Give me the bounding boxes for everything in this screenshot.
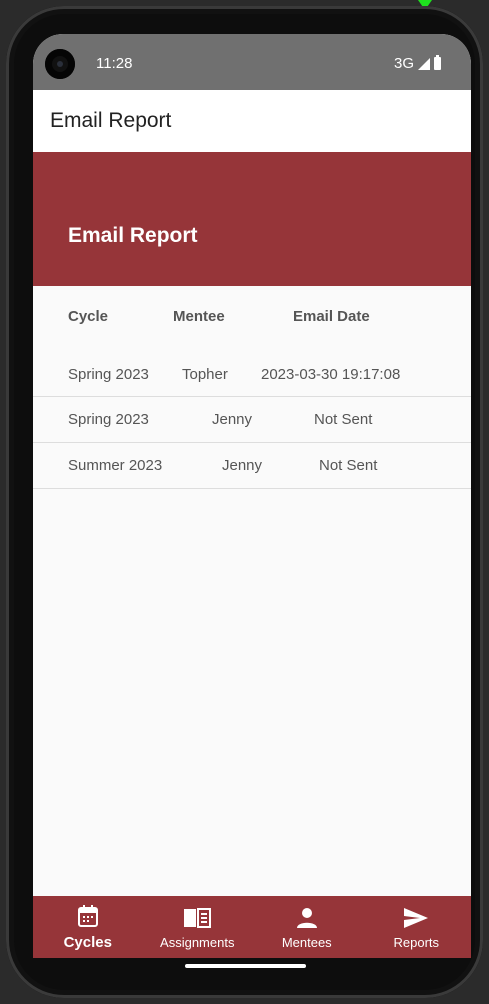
camera-icon [45, 49, 75, 79]
table-row[interactable]: Summer 2023 Jenny Not Sent [33, 443, 471, 489]
send-icon [404, 908, 429, 928]
cell-mentee: Jenny [222, 457, 263, 474]
column-header-mentee: Mentee [173, 308, 225, 325]
banner-title: Email Report [68, 224, 198, 247]
nav-item-assignments[interactable]: Assignments [143, 896, 253, 958]
nav-label: Mentees [281, 935, 332, 950]
status-bar: 11:28 3G [33, 34, 471, 90]
page-title: Email Report [50, 109, 172, 132]
cell-cycle: Spring 2023 [68, 366, 149, 383]
cell-cycle: Spring 2023 [68, 411, 149, 428]
cell-mentee: Topher [182, 366, 228, 383]
column-header-cycle: Cycle [68, 308, 109, 325]
nav-label: Reports [393, 935, 440, 950]
book-icon [184, 908, 212, 928]
person-icon [296, 908, 317, 928]
table-row[interactable]: Spring 2023 Jenny Not Sent [33, 397, 471, 443]
cell-mentee: Jenny [212, 411, 253, 428]
table-header: Cycle Mentee Email Date [33, 286, 471, 346]
phone-frame: 11:28 3G Email Report Email Report Cycle… [6, 6, 483, 998]
cell-email-date: Not Sent [319, 457, 378, 474]
signal-icon [418, 57, 430, 70]
app-bar: Email Report [33, 90, 471, 152]
gesture-bar[interactable] [185, 964, 306, 968]
screen: 11:28 3G Email Report Email Report Cycle… [33, 34, 471, 958]
nav-label: Assignments [160, 935, 235, 950]
header-banner: Email Report [33, 152, 471, 286]
nav-item-reports[interactable]: Reports [362, 896, 472, 958]
calendar-icon [77, 905, 98, 927]
table-row[interactable]: Spring 2023 Topher 2023-03-30 19:17:08 [33, 346, 471, 397]
status-time: 11:28 [96, 55, 133, 72]
system-icons: 3G [394, 55, 441, 72]
network-type: 3G [393, 55, 414, 72]
cell-cycle: Summer 2023 [68, 457, 163, 474]
bottom-navigation: Cycles Assignments Mentees Reports [33, 896, 471, 958]
cell-email-date: Not Sent [314, 411, 373, 428]
battery-icon [434, 55, 441, 70]
cell-email-date: 2023-03-30 19:17:08 [261, 366, 401, 383]
nav-item-mentees[interactable]: Mentees [252, 896, 362, 958]
nav-item-cycles[interactable]: Cycles [33, 896, 143, 958]
nav-label: Cycles [63, 934, 112, 951]
email-report-table: Cycle Mentee Email Date Spring 2023 Toph… [33, 286, 471, 489]
column-header-email-date: Email Date [293, 308, 370, 325]
